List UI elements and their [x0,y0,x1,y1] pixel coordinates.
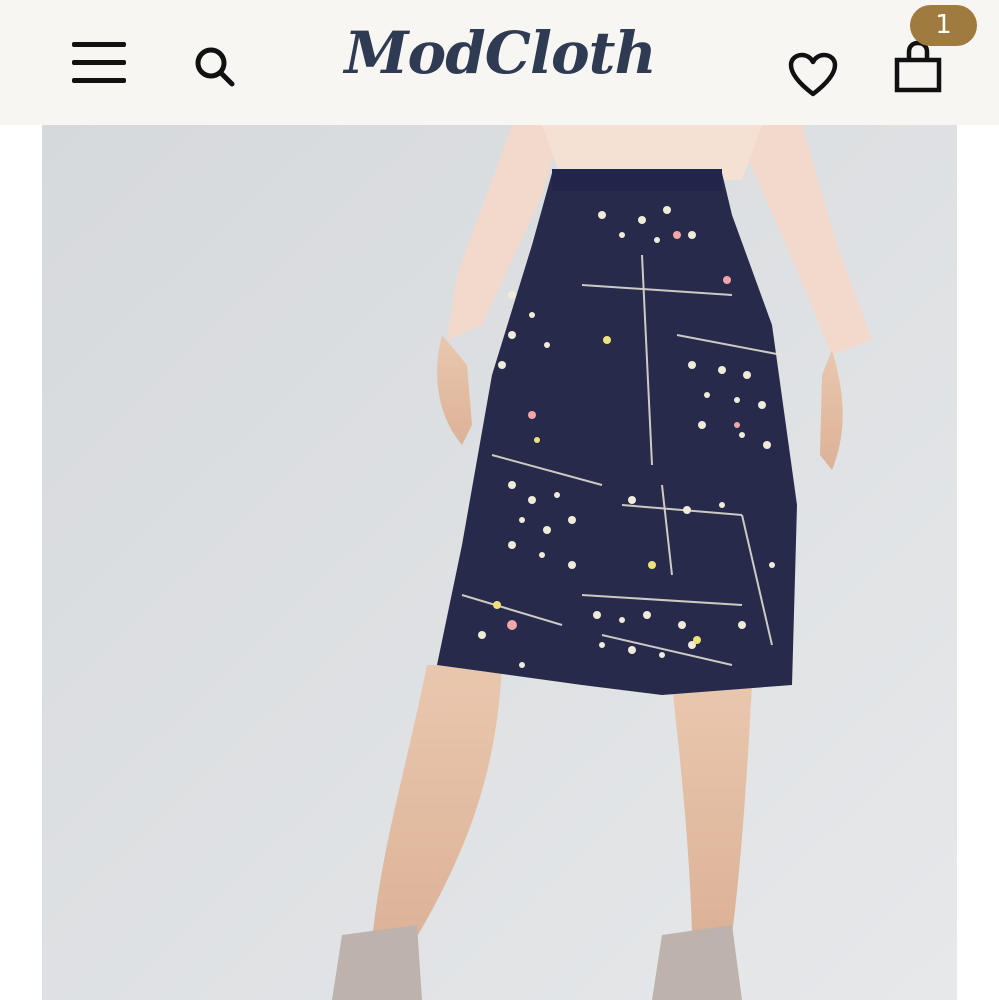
shopping-bag-icon[interactable] [893,40,943,94]
site-header: ModCloth 1 [0,0,999,125]
menu-line [72,78,126,83]
heart-icon[interactable] [788,52,838,98]
product-photo[interactable] [42,125,957,1000]
search-icon[interactable] [192,44,238,90]
menu-line [72,60,126,65]
menu-line [72,42,126,47]
cart-count-badge[interactable]: 1 [910,5,977,46]
modcloth-logo[interactable]: ModCloth [330,18,670,88]
menu-icon[interactable] [72,42,126,84]
